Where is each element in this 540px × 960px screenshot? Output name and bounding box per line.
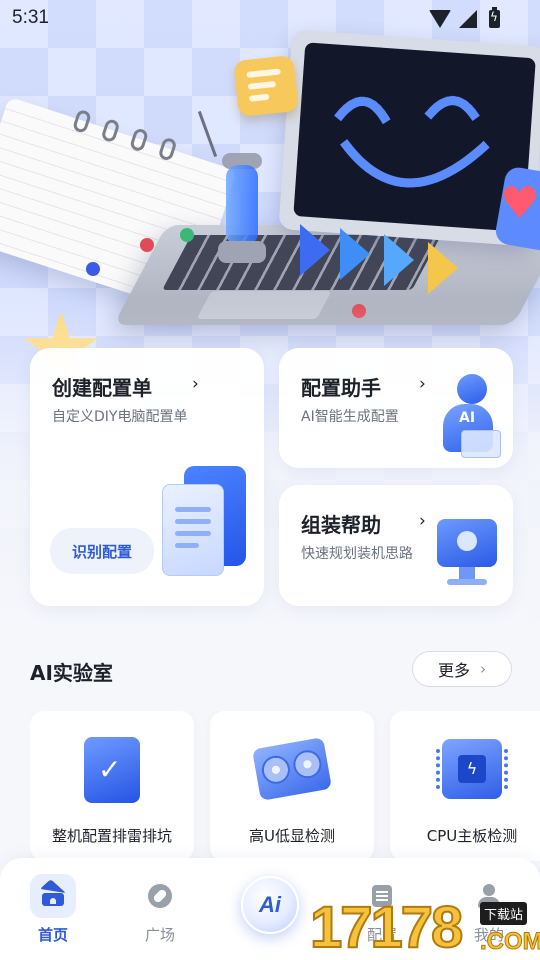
chevron-right-icon — [428, 242, 458, 294]
lab-item-label: 整机配置排雷排坑 — [51, 827, 172, 845]
create-config-subtitle: 自定义DIY电脑配置单 — [52, 409, 188, 425]
pin-icon — [180, 228, 194, 242]
lab-item-gpu-check[interactable]: 高U低显检测 — [210, 711, 374, 861]
status-bar: 5:31 — [0, 0, 540, 36]
chevron-right-icon — [300, 224, 330, 276]
lamp-tube — [226, 165, 258, 245]
user-icon — [466, 874, 512, 918]
nav-mine[interactable]: 我的 — [449, 868, 529, 948]
ai-icon: Ai — [259, 892, 281, 917]
nav-label: 首页 — [37, 926, 68, 944]
ai-lab-list[interactable]: ✓ 整机配置排雷排坑 高U低显检测 ϟ CPU主板检测 — [30, 711, 540, 861]
config-assistant-card[interactable]: 配置助手 › AI智能生成配置 AI — [279, 348, 513, 468]
nav-square[interactable]: 广场 — [120, 868, 200, 948]
lamp-base — [218, 241, 266, 263]
pin-icon — [140, 238, 154, 252]
nav-label: 广场 — [144, 926, 175, 944]
pin-icon — [86, 262, 100, 276]
compass-icon — [137, 874, 183, 918]
status-time: 5:31 — [12, 7, 49, 28]
ai-assistant-button[interactable]: Ai — [241, 876, 299, 934]
assembly-help-card[interactable]: 组装帮助 › 快速规划装机思路 — [279, 485, 513, 606]
create-config-title: 创建配置单 — [52, 376, 152, 400]
assembly-help-subtitle: 快速规划装机思路 — [301, 546, 413, 562]
chevron-right-icon: › — [480, 660, 486, 678]
nav-config[interactable]: 配置 — [342, 868, 422, 948]
status-icons — [429, 7, 500, 28]
trackpad — [196, 291, 332, 319]
chevron-right-icon: › — [192, 374, 199, 394]
monitor-icon — [437, 519, 499, 591]
pc-case-check-icon: ✓ — [76, 733, 148, 805]
bottom-navigation: 首页 广场 Ai 配置 我的 — [0, 858, 540, 960]
assembly-help-title: 组装帮助 — [301, 513, 381, 537]
cpu-chip-icon: ϟ — [436, 733, 508, 805]
ai-lab-title: AI实验室 — [30, 661, 113, 685]
lab-item-label: 高U低显检测 — [249, 827, 335, 845]
document-icon — [162, 466, 246, 576]
chat-bubble-icon — [233, 55, 299, 117]
config-assistant-subtitle: AI智能生成配置 — [301, 409, 399, 425]
cellular-signal-icon — [459, 10, 477, 28]
pin-icon — [352, 304, 366, 318]
config-assistant-title: 配置助手 — [301, 376, 381, 400]
chevron-right-icon — [384, 234, 414, 286]
recognize-config-button[interactable]: 识别配置 — [50, 528, 154, 574]
smiley-face-icon — [334, 96, 490, 188]
lab-item-pc-check[interactable]: ✓ 整机配置排雷排坑 — [30, 711, 194, 861]
nav-label: 我的 — [473, 926, 504, 944]
ai-assistant-icon: AI — [437, 374, 507, 466]
lab-item-cpu-check[interactable]: ϟ CPU主板检测 — [390, 711, 540, 861]
nav-label: 配置 — [366, 926, 397, 944]
create-config-card[interactable]: 创建配置单 › 自定义DIY电脑配置单 识别配置 — [30, 348, 264, 606]
heart-icon: ♥ — [500, 178, 540, 229]
chevron-right-icon — [340, 228, 370, 280]
lamp-illustration — [218, 145, 266, 265]
wifi-icon — [429, 10, 451, 28]
more-label: 更多 — [437, 661, 470, 680]
home-icon — [30, 874, 76, 918]
chevron-right-icon: › — [419, 374, 426, 394]
chevron-right-icon: › — [419, 511, 426, 531]
list-icon — [359, 874, 405, 918]
battery-charging-icon — [489, 7, 500, 28]
more-button[interactable]: 更多 › — [412, 651, 512, 687]
lab-item-label: CPU主板检测 — [426, 827, 518, 845]
nav-home[interactable]: 首页 — [13, 868, 93, 948]
graphics-card-icon — [252, 733, 332, 805]
